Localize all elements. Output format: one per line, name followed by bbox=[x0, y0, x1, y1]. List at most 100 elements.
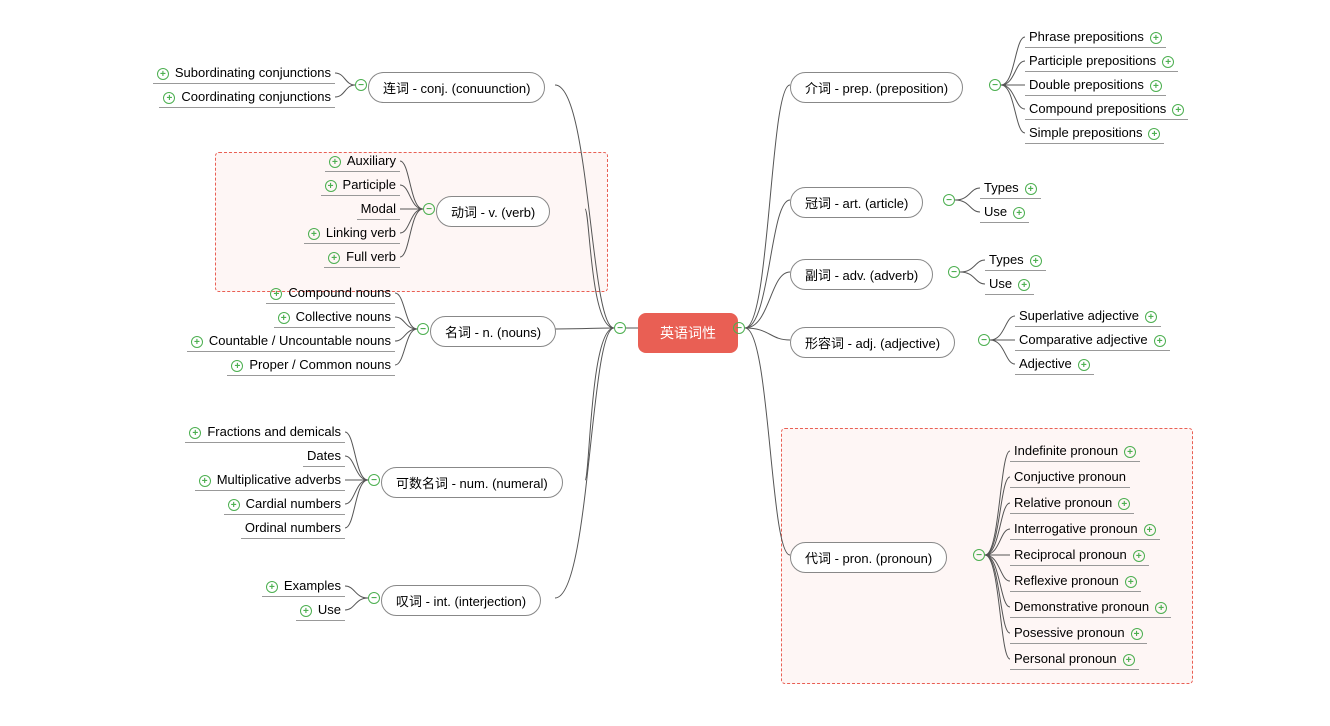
leaf-adv-types[interactable]: Types bbox=[985, 250, 1046, 271]
leaf-coord-conj[interactable]: Coordinating conjunctions bbox=[159, 87, 335, 108]
branch-pron[interactable]: 代词 - pron. (pronoun) bbox=[790, 542, 947, 573]
expand-icon[interactable] bbox=[199, 475, 211, 487]
branch-conj[interactable]: 连词 - conj. (conuunction) bbox=[368, 72, 545, 103]
expand-icon[interactable] bbox=[1154, 335, 1166, 347]
branch-adj-label: 形容词 - adj. (adjective) bbox=[805, 336, 940, 351]
expand-icon[interactable] bbox=[1025, 183, 1037, 195]
noun-collapse[interactable] bbox=[417, 323, 429, 335]
leaf-reflex-pron[interactable]: Reflexive pronoun bbox=[1010, 571, 1141, 592]
expand-icon[interactable] bbox=[1013, 207, 1025, 219]
adv-collapse[interactable] bbox=[948, 266, 960, 278]
leaf-linking[interactable]: Linking verb bbox=[304, 223, 400, 244]
branch-int[interactable]: 叹词 - int. (interjection) bbox=[381, 585, 541, 616]
prep-collapse[interactable] bbox=[989, 79, 1001, 91]
leaf-dates[interactable]: Dates bbox=[303, 446, 345, 467]
leaf-participle-prep[interactable]: Participle prepositions bbox=[1025, 51, 1178, 72]
expand-icon[interactable] bbox=[1125, 576, 1137, 588]
leaf-proper-noun[interactable]: Proper / Common nouns bbox=[227, 355, 395, 376]
leaf-int-examples[interactable]: Examples bbox=[262, 576, 345, 597]
leaf-compound-prep[interactable]: Compound prepositions bbox=[1025, 99, 1188, 120]
leaf-rel-pron[interactable]: Relative pronoun bbox=[1010, 493, 1134, 514]
leaf-mult-adv[interactable]: Multiplicative adverbs bbox=[195, 470, 345, 491]
expand-icon[interactable] bbox=[1078, 359, 1090, 371]
leaf-recip-pron[interactable]: Reciprocal pronoun bbox=[1010, 545, 1149, 566]
conj-collapse[interactable] bbox=[355, 79, 367, 91]
expand-icon[interactable] bbox=[270, 288, 282, 300]
branch-verb[interactable]: 动词 - v. (verb) bbox=[436, 196, 550, 227]
int-collapse[interactable] bbox=[368, 592, 380, 604]
expand-icon[interactable] bbox=[1123, 654, 1135, 666]
expand-icon[interactable] bbox=[157, 68, 169, 80]
expand-icon[interactable] bbox=[1162, 56, 1174, 68]
branch-verb-label: 动词 - v. (verb) bbox=[451, 205, 535, 220]
expand-icon[interactable] bbox=[231, 360, 243, 372]
expand-icon[interactable] bbox=[328, 252, 340, 264]
leaf-adjective[interactable]: Adjective bbox=[1015, 354, 1094, 375]
leaf-countable-noun[interactable]: Countable / Uncountable nouns bbox=[187, 331, 395, 352]
expand-icon[interactable] bbox=[1124, 446, 1136, 458]
expand-icon[interactable] bbox=[266, 581, 278, 593]
verb-collapse[interactable] bbox=[423, 203, 435, 215]
leaf-fullverb[interactable]: Full verb bbox=[324, 247, 400, 268]
art-collapse[interactable] bbox=[943, 194, 955, 206]
center-collapse-right[interactable] bbox=[733, 322, 745, 334]
leaf-poss-pron[interactable]: Posessive pronoun bbox=[1010, 623, 1147, 644]
leaf-superlative[interactable]: Superlative adjective bbox=[1015, 306, 1161, 327]
leaf-int-use[interactable]: Use bbox=[296, 600, 345, 621]
leaf-indef-pron[interactable]: Indefinite pronoun bbox=[1010, 441, 1140, 462]
leaf-compound-noun[interactable]: Compound nouns bbox=[266, 283, 395, 304]
adj-collapse[interactable] bbox=[978, 334, 990, 346]
leaf-adv-use[interactable]: Use bbox=[985, 274, 1034, 295]
branch-noun[interactable]: 名词 - n. (nouns) bbox=[430, 316, 556, 347]
expand-icon[interactable] bbox=[1133, 550, 1145, 562]
leaf-double-prep[interactable]: Double prepositions bbox=[1025, 75, 1166, 96]
expand-icon[interactable] bbox=[1150, 32, 1162, 44]
num-collapse[interactable] bbox=[368, 474, 380, 486]
expand-icon[interactable] bbox=[329, 156, 341, 168]
expand-icon[interactable] bbox=[1155, 602, 1167, 614]
leaf-auxiliary[interactable]: Auxiliary bbox=[325, 151, 400, 172]
verb-highlight bbox=[215, 152, 608, 292]
leaf-sub-conj[interactable]: Subordinating conjunctions bbox=[153, 63, 335, 84]
leaf-modal[interactable]: Modal bbox=[357, 199, 400, 220]
leaf-collective-noun[interactable]: Collective nouns bbox=[274, 307, 395, 328]
branch-art[interactable]: 冠词 - art. (article) bbox=[790, 187, 923, 218]
leaf-comparative[interactable]: Comparative adjective bbox=[1015, 330, 1170, 351]
branch-adv[interactable]: 副词 - adv. (adverb) bbox=[790, 259, 933, 290]
expand-icon[interactable] bbox=[325, 180, 337, 192]
expand-icon[interactable] bbox=[1018, 279, 1030, 291]
expand-icon[interactable] bbox=[191, 336, 203, 348]
leaf-conj-pron[interactable]: Conjuctive pronoun bbox=[1010, 467, 1130, 488]
leaf-participle[interactable]: Participle bbox=[321, 175, 400, 196]
expand-icon[interactable] bbox=[1145, 311, 1157, 323]
expand-icon[interactable] bbox=[1118, 498, 1130, 510]
leaf-fractions[interactable]: Fractions and demicals bbox=[185, 422, 345, 443]
leaf-demo-pron[interactable]: Demonstrative pronoun bbox=[1010, 597, 1171, 618]
leaf-interrog-pron[interactable]: Interrogative pronoun bbox=[1010, 519, 1160, 540]
center-node[interactable]: 英语词性 bbox=[638, 313, 738, 353]
leaf-ordinal[interactable]: Ordinal numbers bbox=[241, 518, 345, 539]
leaf-art-use[interactable]: Use bbox=[980, 202, 1029, 223]
branch-num[interactable]: 可数名词 - num. (numeral) bbox=[381, 467, 563, 498]
expand-icon[interactable] bbox=[1150, 80, 1162, 92]
leaf-cardinal[interactable]: Cardial numbers bbox=[224, 494, 345, 515]
expand-icon[interactable] bbox=[300, 605, 312, 617]
expand-icon[interactable] bbox=[1172, 104, 1184, 116]
pron-collapse[interactable] bbox=[973, 549, 985, 561]
expand-icon[interactable] bbox=[1131, 628, 1143, 640]
branch-adj[interactable]: 形容词 - adj. (adjective) bbox=[790, 327, 955, 358]
expand-icon[interactable] bbox=[1144, 524, 1156, 536]
branch-prep[interactable]: 介词 - prep. (preposition) bbox=[790, 72, 963, 103]
expand-icon[interactable] bbox=[1030, 255, 1042, 267]
leaf-phrase-prep[interactable]: Phrase prepositions bbox=[1025, 27, 1166, 48]
leaf-simple-prep[interactable]: Simple prepositions bbox=[1025, 123, 1164, 144]
expand-icon[interactable] bbox=[278, 312, 290, 324]
leaf-art-types[interactable]: Types bbox=[980, 178, 1041, 199]
expand-icon[interactable] bbox=[308, 228, 320, 240]
expand-icon[interactable] bbox=[1148, 128, 1160, 140]
center-collapse-left[interactable] bbox=[614, 322, 626, 334]
expand-icon[interactable] bbox=[189, 427, 201, 439]
expand-icon[interactable] bbox=[228, 499, 240, 511]
expand-icon[interactable] bbox=[163, 92, 175, 104]
leaf-pers-pron[interactable]: Personal pronoun bbox=[1010, 649, 1139, 670]
